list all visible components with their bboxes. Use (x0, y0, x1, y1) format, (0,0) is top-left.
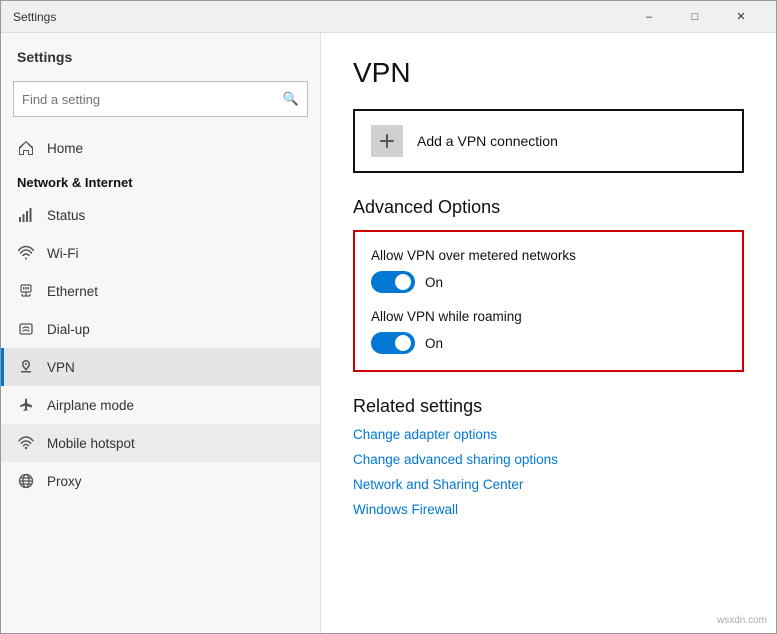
sidebar-item-airplane[interactable]: Airplane mode (1, 386, 320, 424)
sidebar-item-status-label: Status (47, 208, 85, 223)
settings-window: Settings – □ ✕ Settings 🔍 Home (0, 0, 777, 634)
search-input[interactable] (22, 92, 283, 107)
toggle-roaming-knob (395, 335, 411, 351)
sidebar-item-airplane-label: Airplane mode (47, 398, 134, 413)
dialup-icon (17, 320, 35, 338)
vpn-icon (17, 358, 35, 376)
sidebar: Settings 🔍 Home Network & Internet (1, 33, 321, 633)
sidebar-item-dialup[interactable]: Dial-up (1, 310, 320, 348)
related-settings-heading: Related settings (353, 396, 744, 417)
ethernet-icon (17, 282, 35, 300)
sidebar-item-home[interactable]: Home (1, 129, 320, 167)
toggle-metered-status: On (425, 275, 443, 290)
toggle-roaming-control: On (371, 332, 726, 354)
window-controls: – □ ✕ (626, 1, 764, 33)
sidebar-item-hotspot[interactable]: Mobile hotspot (1, 424, 320, 462)
add-icon (371, 125, 403, 157)
sidebar-item-vpn-label: VPN (47, 360, 75, 375)
toggle-metered-label: Allow VPN over metered networks (371, 248, 726, 263)
sidebar-item-proxy[interactable]: Proxy (1, 462, 320, 500)
add-vpn-label: Add a VPN connection (417, 133, 558, 149)
sidebar-item-vpn[interactable]: VPN (1, 348, 320, 386)
toggle-metered-knob (395, 274, 411, 290)
related-link-adapter[interactable]: Change adapter options (353, 427, 744, 442)
page-title: VPN (353, 57, 744, 89)
toggle-roaming-label: Allow VPN while roaming (371, 309, 726, 324)
sidebar-item-dialup-label: Dial-up (47, 322, 90, 337)
sidebar-item-proxy-label: Proxy (47, 474, 82, 489)
sidebar-item-ethernet-label: Ethernet (47, 284, 98, 299)
maximize-button[interactable]: □ (672, 1, 718, 33)
airplane-icon (17, 396, 35, 414)
minimize-button[interactable]: – (626, 1, 672, 33)
watermark: wsxdn.com (717, 615, 767, 626)
main-layout: Settings 🔍 Home Network & Internet (1, 33, 776, 633)
search-box[interactable]: 🔍 (13, 81, 308, 117)
sidebar-item-wifi-label: Wi-Fi (47, 246, 78, 261)
sidebar-item-home-label: Home (47, 141, 83, 156)
toggle-metered-switch[interactable] (371, 271, 415, 293)
toggle-metered-control: On (371, 271, 726, 293)
close-button[interactable]: ✕ (718, 1, 764, 33)
related-link-firewall[interactable]: Windows Firewall (353, 502, 744, 517)
window-title: Settings (13, 10, 626, 24)
sidebar-header: Settings (1, 33, 320, 73)
status-icon (17, 206, 35, 224)
wifi-icon (17, 244, 35, 262)
add-vpn-button[interactable]: Add a VPN connection (353, 109, 744, 173)
hotspot-icon (17, 434, 35, 452)
sidebar-item-ethernet[interactable]: Ethernet (1, 272, 320, 310)
advanced-options-heading: Advanced Options (353, 197, 744, 218)
titlebar: Settings – □ ✕ (1, 1, 776, 33)
advanced-options-box: Allow VPN over metered networks On Allow… (353, 230, 744, 372)
toggle-roaming-switch[interactable] (371, 332, 415, 354)
home-icon (17, 139, 35, 157)
content-panel: VPN Add a VPN connection Advanced Option… (321, 33, 776, 633)
sidebar-item-hotspot-label: Mobile hotspot (47, 436, 135, 451)
toggle-roaming-status: On (425, 336, 443, 351)
related-link-network-center[interactable]: Network and Sharing Center (353, 477, 744, 492)
related-link-sharing[interactable]: Change advanced sharing options (353, 452, 744, 467)
search-icon: 🔍 (283, 91, 299, 107)
proxy-icon (17, 472, 35, 490)
toggle-row-metered: Allow VPN over metered networks On (371, 248, 726, 293)
section-label: Network & Internet (1, 167, 320, 196)
sidebar-item-wifi[interactable]: Wi-Fi (1, 234, 320, 272)
sidebar-item-status[interactable]: Status (1, 196, 320, 234)
toggle-row-roaming: Allow VPN while roaming On (371, 309, 726, 354)
